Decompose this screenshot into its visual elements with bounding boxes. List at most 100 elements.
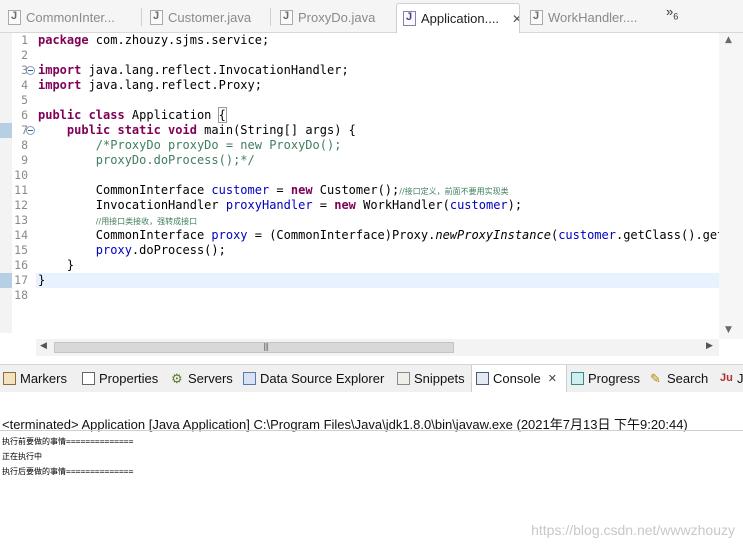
console-output-line: 执行前要做的事情============== [2,437,134,446]
java-file-icon [403,11,416,26]
line-number: 15 [14,243,28,257]
overview-ruler [0,33,12,333]
servers-icon: ⚙ [171,371,183,386]
code-line: //用接口类接收，强转成接口 [95,217,198,226]
tab-label: Data Source Explorer [260,371,385,386]
search-icon: ✎ [650,371,661,386]
code-line: public static void main(String[] args) { [66,123,356,137]
close-icon[interactable]: ✕ [548,372,557,385]
line-number: 2 [21,48,28,62]
tab-workhandler-java[interactable]: WorkHandler.... [524,4,654,30]
tab-markers[interactable]: Markers [3,365,67,392]
tab-label: Application.... [421,11,500,26]
progress-icon [571,372,584,385]
line-number: 5 [21,93,28,107]
code-line: proxy.doProcess(); [95,243,226,257]
tab-label: Markers [20,371,67,386]
scroll-left-arrow-icon[interactable]: ◀ [40,341,47,351]
divider [0,430,743,431]
markers-icon [3,372,16,385]
console-icon [476,372,489,385]
code-line: import java.lang.reflect.Proxy; [38,78,262,92]
horizontal-scrollbar[interactable]: ◀ ||| ▶ [36,339,719,356]
tab-separator [270,8,271,26]
line-number: 4 [21,78,28,92]
tab-proxydo-java[interactable]: ProxyDo.java [274,4,394,30]
code-line: import java.lang.reflect.InvocationHandl… [38,63,349,77]
tab-label: Console [493,371,541,386]
code-line: } [38,258,75,272]
console-output-line: 执行后要做的事情============== [2,467,134,476]
ruler-mark [0,273,12,288]
scroll-down-arrow-icon[interactable]: ▼ [725,325,732,335]
code-line: /*ProxyDo proxyDo = new ProxyDo(); [38,138,342,152]
java-file-icon [530,9,543,25]
code-editor[interactable]: 1 2 3 4 5 6 7 8 9 10 11 12 13 14 15 16 1… [0,33,743,356]
tab-junit[interactable]: Ju J [720,365,743,392]
tab-overflow-button[interactable]: »6 [666,4,678,22]
line-number: 13 [14,213,28,227]
line-number: 17 [14,273,28,287]
tab-customer-java[interactable]: Customer.java [144,4,268,30]
close-icon[interactable]: ✕ [512,12,519,26]
fold-toggle-icon[interactable] [26,126,35,135]
scroll-right-arrow-icon[interactable]: ▶ [706,341,713,351]
code-text-area[interactable]: package com.zhouzy.sjms.service; import … [38,33,719,333]
view-tab-bar: Markers Properties ⚙ Servers Data Source… [0,364,743,393]
hidden-tab-count: 6 [673,11,679,22]
tab-label: ProxyDo.java [298,9,376,25]
java-file-icon [280,9,293,25]
tab-separator [141,8,142,26]
tab-progress[interactable]: Progress [571,365,640,392]
code-line: CommonInterface proxy = (CommonInterface… [38,228,719,242]
tab-label: Search [667,371,709,386]
line-number: 1 [21,33,28,47]
tab-properties[interactable]: Properties [82,365,158,392]
line-number: 8 [21,138,28,152]
java-file-icon [150,9,163,25]
code-line: package com.zhouzy.sjms.service; [38,33,270,47]
line-number: 11 [14,183,28,197]
tab-common-interface[interactable]: CommonInter... [2,4,140,30]
grip-icon: ||| [263,342,269,351]
line-number: 18 [14,288,28,302]
line-number: 9 [21,153,28,167]
fold-toggle-icon[interactable] [26,66,35,75]
ruler-mark [0,123,12,138]
line-number: 16 [14,258,28,272]
code-line: CommonInterface customer = new Customer(… [38,183,509,197]
junit-icon: Ju [720,372,733,384]
tab-label: Progress [588,371,641,386]
properties-icon [82,372,95,385]
tab-servers[interactable]: ⚙ Servers [171,365,233,392]
line-number: 6 [21,108,28,122]
tab-label: WorkHandler.... [548,9,638,25]
tab-label: CommonInter... [26,9,115,25]
tab-label: Snippets [414,371,465,386]
console-output-line: 正在执行中 [2,452,42,461]
tab-label: Servers [188,371,233,386]
line-number: 14 [14,228,28,242]
tab-label: J [737,371,743,386]
tab-label: Customer.java [168,9,252,25]
watermark: https://blog.csdn.net/wwwzhouzy [531,522,735,538]
tab-application-java[interactable]: Application.... ✕ [396,3,520,33]
line-number: 12 [14,198,28,212]
line-number: 10 [14,168,28,182]
tab-label: Properties [99,371,159,386]
vertical-scrollbar[interactable]: ▲ ▼ [719,33,743,339]
code-line: InvocationHandler proxyHandler = new Wor… [38,198,523,212]
console-panel[interactable]: <terminated> Application [Java Applicati… [0,392,743,548]
snippets-icon [397,372,410,385]
editor-tab-bar: CommonInter... Customer.java ProxyDo.jav… [0,0,743,33]
code-line: public class Application { [38,107,227,123]
scrollbar-thumb[interactable]: ||| [54,342,454,353]
tab-snippets[interactable]: Snippets [397,365,465,392]
tab-search[interactable]: ✎ Search [650,365,708,392]
tab-console[interactable]: Console ✕ [471,365,567,392]
tab-data-source-explorer[interactable]: Data Source Explorer [243,365,384,392]
scroll-up-arrow-icon[interactable]: ▲ [725,35,732,45]
database-icon [243,372,256,385]
java-file-icon [8,9,21,25]
code-line: proxyDo.doProcess();*/ [38,153,255,167]
